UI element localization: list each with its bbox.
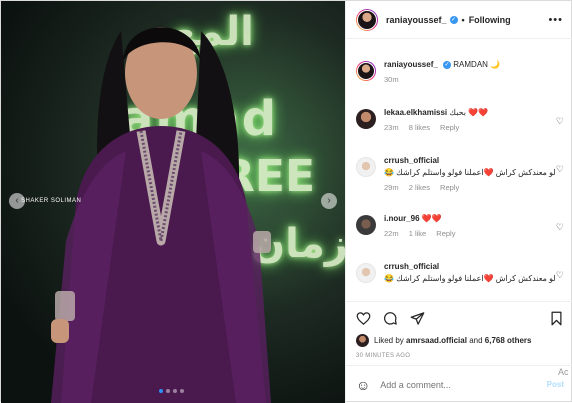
caption-avatar[interactable] — [356, 61, 376, 81]
comment-username[interactable]: crrush_official — [384, 156, 439, 165]
post-actions: Liked by amrsaad.official and 6,768 othe… — [346, 301, 572, 359]
author-avatar[interactable] — [356, 8, 378, 31]
commenter-avatar[interactable] — [356, 263, 376, 283]
post-timestamp: 30 MINUTES AGO — [356, 353, 411, 359]
comment-item: crrush_official لو معندكش كراش ❤️اعملنا … — [356, 261, 564, 285]
following-button[interactable]: Following — [469, 15, 511, 25]
emoji-smiley-icon[interactable]: ☺ — [356, 377, 370, 393]
like-comment-heart-icon[interactable]: ♡ — [556, 270, 564, 281]
comment-item: lekaa.elkhamissi ❤️❤️ بحبك 23m 8 likes R… — [356, 107, 564, 134]
comment-item: i.nour_96 ❤️❤️ 22m 1 like Reply ♡ — [356, 213, 564, 240]
like-heart-icon[interactable] — [356, 311, 371, 326]
chevron-left-icon: ‹ — [15, 195, 19, 206]
comment-username[interactable]: lekaa.elkhamissi — [384, 108, 447, 117]
chevron-right-icon: › — [327, 195, 331, 206]
comment-item: crrush_official لو معندكش كراش ❤️اعملنا … — [356, 155, 564, 194]
reply-button[interactable]: Reply — [436, 229, 455, 238]
comment-text: لو معندكش كراش ❤️اعملنا فولو واستلم كراش… — [384, 168, 556, 177]
next-photo-button[interactable]: › — [321, 193, 337, 209]
comment-likes[interactable]: 1 like — [409, 229, 427, 238]
liker-username[interactable]: amrsaad.official — [406, 336, 467, 345]
following-separator: • — [461, 14, 465, 25]
likes-prefix: Liked by — [374, 336, 404, 345]
comment-likes[interactable]: 8 likes — [409, 123, 430, 132]
caption: raniayoussef_ ✓ RAMDAN 🌙 30m — [356, 59, 564, 86]
comment-input[interactable] — [380, 379, 521, 390]
comment-text: ❤️❤️ — [421, 214, 442, 223]
likes-connector: and — [469, 336, 483, 345]
commenter-avatar[interactable] — [356, 157, 376, 177]
commenter-avatar[interactable] — [356, 109, 376, 129]
comment-username[interactable]: crrush_official — [384, 262, 439, 271]
instagram-post-modal: ﺍﻟﻤﻊ amad REE ﺯﻣﺎﻥ SHAKER SOLIMAN ‹ › — [0, 0, 572, 403]
comment-time: 23m — [384, 123, 399, 132]
more-options-icon[interactable]: ••• — [548, 14, 563, 26]
overlay-text: Ac — [558, 367, 569, 377]
carousel-dot — [173, 389, 177, 393]
comment-time: 29m — [384, 183, 399, 192]
carousel-dot — [159, 389, 163, 393]
comment-likes[interactable]: 2 likes — [409, 183, 430, 192]
like-comment-heart-icon[interactable]: ♡ — [556, 116, 564, 127]
author-username[interactable]: raniayoussef_ — [386, 15, 447, 25]
likes-count[interactable]: 6,768 others — [485, 336, 532, 345]
caption-username[interactable]: raniayoussef_ — [384, 60, 438, 69]
like-comment-heart-icon[interactable]: ♡ — [556, 222, 564, 233]
share-paper-plane-icon[interactable] — [410, 311, 425, 326]
commenter-avatar[interactable] — [356, 215, 376, 235]
carousel-indicator — [159, 389, 184, 393]
comment-bubble-icon[interactable] — [383, 311, 398, 326]
verified-badge-icon: ✓ — [443, 60, 452, 69]
likes-summary: Liked by amrsaad.official and 6,768 othe… — [356, 334, 564, 347]
comment-time: 22m — [384, 229, 399, 238]
photo-watermark: SHAKER SOLIMAN — [21, 198, 82, 204]
comments-list: raniayoussef_ ✓ RAMDAN 🌙 30m lekaa.elkha… — [346, 53, 572, 301]
add-comment-bar: ☺ Post — [346, 365, 572, 403]
verified-badge-icon: ✓ — [449, 15, 458, 24]
carousel-dot — [180, 389, 184, 393]
comment-text: لو معندكش كراش ❤️اعملنا فولو واستلم كراش… — [384, 274, 556, 283]
post-header: raniayoussef_ ✓ • Following ••• — [346, 1, 572, 39]
post-comment-button[interactable]: Post — [547, 380, 564, 389]
post-sidebar: raniayoussef_ ✓ • Following ••• raniayou… — [345, 1, 572, 403]
reply-button[interactable]: Reply — [440, 183, 459, 192]
reply-button[interactable]: Reply — [440, 123, 459, 132]
liker-avatar[interactable] — [356, 334, 369, 347]
caption-text: RAMDAN 🌙 — [453, 60, 501, 69]
caption-time: 30m — [384, 75, 399, 84]
comment-text: ❤️❤️ بحبك — [449, 108, 489, 117]
previous-photo-button[interactable]: ‹ — [9, 193, 25, 209]
carousel-dot — [166, 389, 170, 393]
post-photo[interactable]: ﺍﻟﻤﻊ amad REE ﺯﻣﺎﻥ SHAKER SOLIMAN ‹ › — [1, 1, 345, 403]
save-bookmark-icon[interactable] — [549, 311, 564, 326]
comment-username[interactable]: i.nour_96 — [384, 214, 420, 223]
like-comment-heart-icon[interactable]: ♡ — [556, 164, 564, 175]
